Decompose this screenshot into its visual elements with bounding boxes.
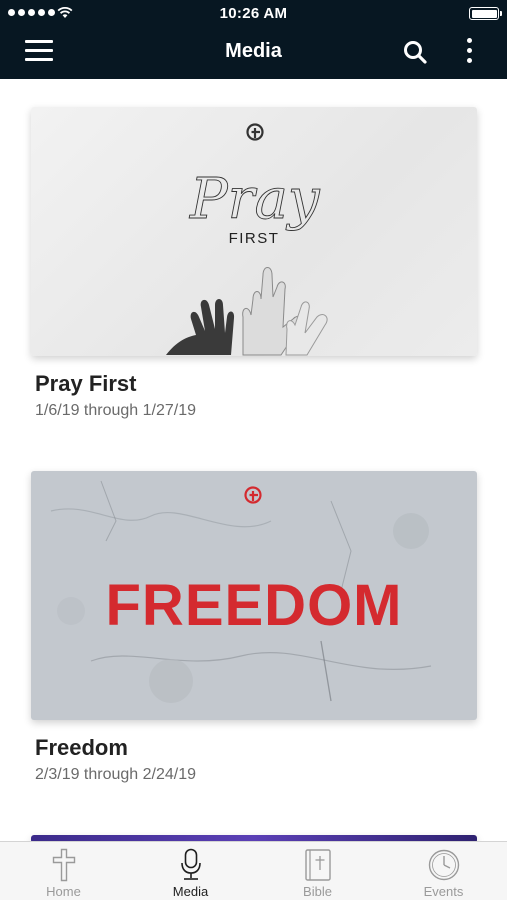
tab-bible[interactable]: Bible	[254, 842, 381, 900]
tab-home[interactable]: Home	[0, 842, 127, 900]
battery-icon	[469, 7, 502, 20]
tab-label: Media	[172, 884, 209, 899]
pray-first-subtitle: FIRST	[228, 230, 280, 247]
bible-icon	[304, 849, 331, 881]
svg-text:Pray: Pray	[189, 167, 321, 232]
series-title[interactable]: Pray First	[35, 371, 477, 397]
series-dates: 1/6/19 through 1/27/19	[35, 402, 197, 419]
tab-bar: Home Media Bible Events	[0, 841, 507, 900]
media-list[interactable]: Pray FIRST Pray First 1/6/19 through 1/2…	[0, 79, 507, 841]
tab-label: Bible	[303, 884, 332, 899]
series-artwork-freedom[interactable]: FREEDOM	[31, 471, 477, 720]
pray-script-art: Pray	[189, 167, 322, 233]
series-card-pray-first[interactable]: Pray FIRST Pray First 1/6/19 through 1/2…	[31, 107, 477, 420]
page-title: Media	[225, 40, 282, 62]
tab-events[interactable]: Events	[380, 842, 507, 900]
nav-bar: Media	[0, 26, 507, 79]
church-logo-icon	[244, 486, 262, 504]
status-time: 10:26 AM	[219, 5, 288, 22]
tab-media[interactable]: Media	[127, 842, 254, 900]
freedom-wordmark: FREEDOM	[105, 573, 403, 638]
tab-label: Events	[423, 884, 464, 899]
clock-icon	[428, 849, 459, 881]
tab-label: Home	[46, 884, 81, 899]
series-title[interactable]: Freedom	[35, 735, 477, 761]
search-button[interactable]	[402, 39, 428, 65]
more-options-button[interactable]	[462, 38, 476, 66]
status-bar: 10:26 AM	[0, 0, 507, 26]
microphone-icon	[180, 848, 201, 880]
series-artwork-pray-first[interactable]: Pray FIRST	[31, 107, 477, 356]
series-card-freedom[interactable]: FREEDOM Freedom 2/3/19 through 2/24/19	[31, 471, 477, 784]
hands-image	[166, 267, 328, 356]
church-logo-icon	[246, 123, 264, 141]
cross-icon	[52, 848, 75, 882]
series-dates: 2/3/19 through 2/24/19	[35, 766, 197, 783]
